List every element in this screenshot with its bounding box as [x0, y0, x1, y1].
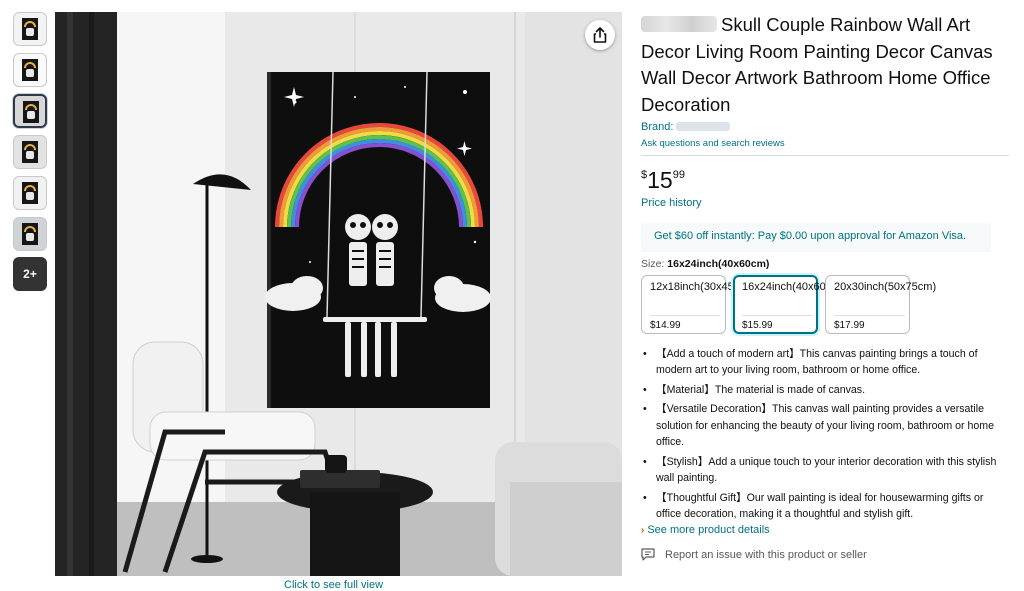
thumbnail-selected[interactable] — [13, 94, 47, 128]
thumbnail[interactable] — [13, 135, 47, 169]
size-option[interactable]: 12x18inch(30x45cm) $14.99 — [641, 275, 753, 334]
feature-bullet: 【Add a touch of modern art】This canvas p… — [641, 346, 1009, 379]
see-more-details-link[interactable]: › See more product details — [641, 524, 1013, 536]
more-images-thumbnail[interactable]: 2+ — [13, 257, 47, 291]
chevron-right-icon: › — [641, 525, 645, 537]
size-label: Size: 16x24inch(40x60cm) — [641, 258, 770, 270]
redacted-brand — [641, 16, 717, 32]
size-option-price: $15.99 — [742, 315, 813, 331]
feature-bullet: 【Thoughtful Gift】Our wall painting is id… — [641, 490, 1009, 523]
feature-bullet: 【Versatile Decoration】This canvas wall p… — [641, 401, 1009, 450]
feature-bullets: 【Add a touch of modern art】This canvas p… — [641, 346, 1009, 522]
thumbnail[interactable] — [13, 53, 47, 87]
size-options: 12x18inch(30x45cm) $14.99 16x24inch(40x6… — [641, 275, 1013, 334]
room-scene-illustration — [55, 12, 622, 576]
share-icon — [593, 27, 607, 43]
divider — [641, 155, 1009, 156]
product-title: Skull Couple Rainbow Wall Art Decor Livi… — [641, 14, 993, 115]
thumbnail[interactable] — [13, 176, 47, 210]
size-option-selected[interactable]: 16x24inch(40x60cm) $15.99 — [733, 275, 845, 334]
thumbnail[interactable] — [13, 12, 47, 46]
thumbnail[interactable] — [13, 217, 47, 251]
report-issue-link[interactable]: Report an issue with this product or sel… — [641, 548, 1013, 562]
thumbnail-strip: 2+ — [13, 12, 49, 298]
size-option-price: $17.99 — [834, 315, 905, 331]
feature-bullet: 【Stylish】Add a unique touch to your inte… — [641, 454, 1009, 487]
report-icon — [641, 548, 655, 562]
redacted-brand-name — [676, 122, 731, 131]
price-history-link[interactable]: Price history — [641, 197, 1013, 209]
size-option-name: 20x30inch(50x75cm) — [834, 281, 937, 293]
price: $1599 — [641, 167, 685, 193]
promo-banner[interactable]: Get $60 off instantly: Pay $0.00 upon ap… — [641, 223, 991, 252]
ask-questions-link[interactable]: Ask questions and search reviews — [641, 138, 1013, 149]
size-option-name: 12x18inch(30x45cm) — [650, 281, 753, 293]
main-product-image[interactable] — [55, 12, 622, 576]
share-button[interactable] — [585, 20, 615, 50]
product-info: Skull Couple Rainbow Wall Art Decor Livi… — [641, 12, 1013, 562]
size-option[interactable]: 20x30inch(50x75cm) $17.99 — [825, 275, 937, 334]
brand-link[interactable]: Brand: — [641, 121, 1013, 133]
size-option-price: $14.99 — [650, 315, 721, 331]
full-view-link[interactable]: Click to see full view — [284, 579, 383, 591]
size-option-name: 16x24inch(40x60cm) — [742, 281, 845, 293]
feature-bullet: 【Material】The material is made of canvas… — [641, 382, 1009, 399]
